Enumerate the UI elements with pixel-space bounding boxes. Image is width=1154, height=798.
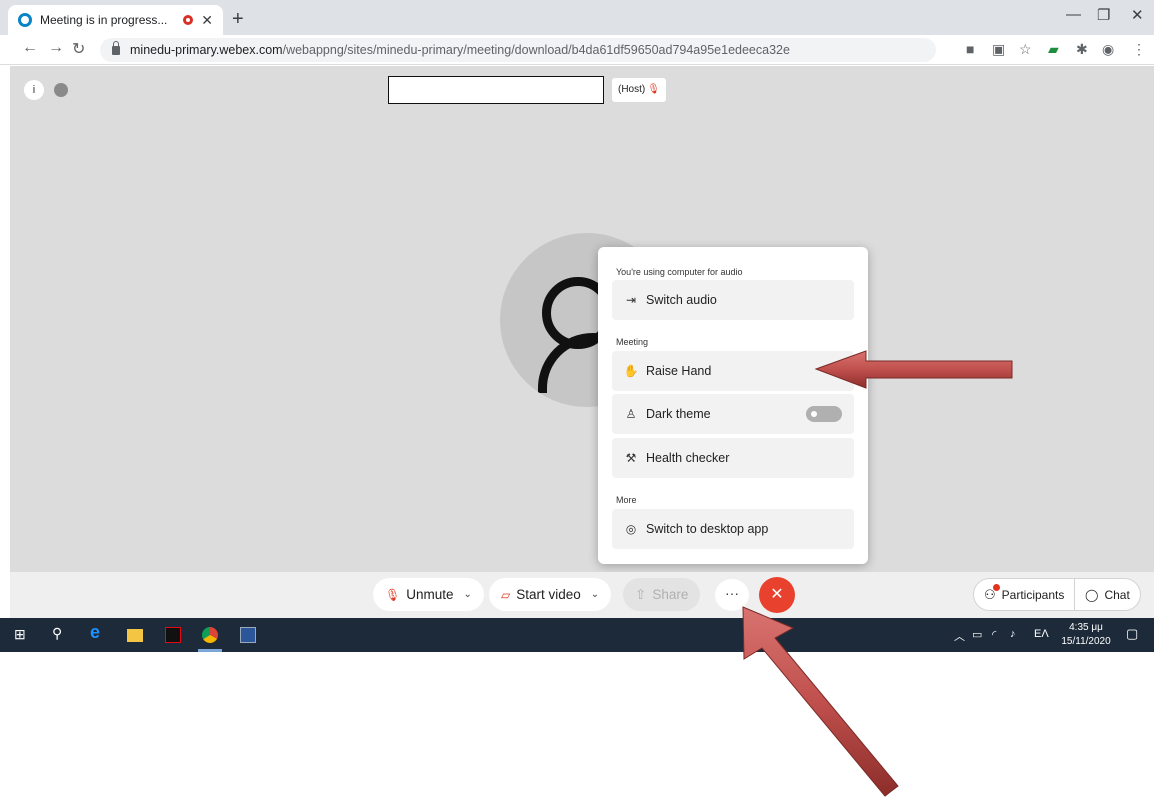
health-checker-item[interactable]: ⚒ Health checker <box>612 438 854 478</box>
end-call-button[interactable]: ✕ <box>759 577 795 613</box>
muted-mic-icon: 🎙︎ <box>647 84 660 95</box>
share-icon: ⇧ <box>635 586 647 602</box>
windows-start-icon[interactable]: ⊞ <box>14 626 30 642</box>
edge-icon[interactable]: e <box>90 622 106 642</box>
windows-taskbar: ⊞ ⚲ e ︿ ▭ ◜ ♪ ΕΛ 4:35 μμ 15/11/2020 ▢ <box>0 618 1154 652</box>
participants-button[interactable]: ⚇ Participants <box>973 578 1076 611</box>
clock-time: 4:35 μμ <box>1069 622 1103 633</box>
reload-button[interactable]: ↻ <box>72 39 85 59</box>
switch-audio-label: Switch audio <box>646 293 717 307</box>
audio-section-label: You're using computer for audio <box>616 267 743 277</box>
close-tab-icon[interactable]: ✕ <box>201 12 213 29</box>
file-explorer-icon[interactable] <box>127 629 143 642</box>
share-label: Share <box>652 587 689 602</box>
notification-dot <box>992 583 1000 591</box>
browser-tab[interactable]: Meeting is in progress... ✕ <box>8 5 223 35</box>
meeting-info-icon[interactable]: i <box>24 80 44 100</box>
restore-button[interactable]: ❐ <box>1097 6 1110 24</box>
url-host: minedu-primary.webex.com <box>130 43 283 57</box>
browser-tabstrip: Meeting is in progress... ✕ + — ❐ ✕ <box>0 0 1154 35</box>
more-options-menu: You're using computer for audio ⇥ Switch… <box>598 247 868 564</box>
chat-label: Chat <box>1104 587 1130 602</box>
chevron-down-icon[interactable]: ⌄ <box>591 589 599 600</box>
tab-title: Meeting is in progress... <box>40 13 168 27</box>
dark-theme-toggle[interactable] <box>806 406 842 422</box>
chat-icon: ◯ <box>1085 587 1099 602</box>
hand-icon: ✋ <box>623 364 639 378</box>
chevron-down-icon[interactable]: ⌄ <box>464 589 472 600</box>
brush-icon: ♙ <box>625 407 637 421</box>
dark-theme-item[interactable]: ♙ Dark theme <box>612 394 854 434</box>
raise-hand-label: Raise Hand <box>646 364 712 378</box>
tools-icon: ⚒ <box>625 451 637 465</box>
switch-audio-item[interactable]: ⇥ Switch audio <box>612 280 854 320</box>
video-off-icon: ▱ <box>501 587 511 602</box>
start-video-button[interactable]: ▱ Start video ⌄ <box>489 578 612 611</box>
minimize-button[interactable]: — <box>1066 6 1081 23</box>
clock-date: 15/11/2020 <box>1061 636 1111 647</box>
lock-icon <box>112 40 120 55</box>
more-options-button[interactable]: ··· <box>715 579 749 611</box>
netflix-icon[interactable] <box>165 627 181 643</box>
unmute-button[interactable]: 🎙︎ Unmute ⌄ <box>373 578 484 611</box>
raise-hand-item[interactable]: ✋ Raise Hand <box>612 351 854 391</box>
close-window-button[interactable]: ✕ <box>1131 6 1144 24</box>
extension-icon[interactable]: ▰ <box>1048 41 1059 58</box>
bookmark-star-icon[interactable]: ☆ <box>1019 41 1032 58</box>
volume-icon[interactable]: ♪ <box>1010 628 1016 640</box>
battery-icon[interactable]: ▭ <box>972 628 982 641</box>
word-icon[interactable] <box>240 627 256 643</box>
system-clock[interactable]: 4:35 μμ 15/11/2020 <box>1060 621 1112 649</box>
chrome-menu-icon[interactable]: ⋮ <box>1132 41 1146 58</box>
search-icon[interactable]: ⚲ <box>52 625 68 641</box>
browser-toolbar: ← → ↻ minedu-primary.webex.com/webappng/… <box>0 35 1154 65</box>
meeting-stage: i (Host) 🎙︎ <box>10 66 1154 572</box>
recording-indicator-icon <box>183 15 194 25</box>
profile-icon[interactable]: ◉ <box>1102 41 1114 58</box>
switch-desktop-label: Switch to desktop app <box>646 522 769 536</box>
start-video-label: Start video <box>516 587 581 602</box>
switch-audio-icon: ⇥ <box>625 293 637 307</box>
health-checker-label: Health checker <box>646 451 730 465</box>
more-section-label: More <box>616 495 637 505</box>
show-hidden-icons-icon[interactable]: ︿ <box>954 628 965 644</box>
webex-app-icon: ◎ <box>625 522 637 536</box>
extensions-puzzle-icon[interactable]: ✱ <box>1076 41 1088 58</box>
new-tab-button[interactable]: + <box>232 8 244 31</box>
host-badge: (Host) 🎙︎ <box>612 78 666 102</box>
translate-icon[interactable]: ▣ <box>992 41 1005 58</box>
chat-button[interactable]: ◯ Chat <box>1075 578 1141 611</box>
switch-desktop-item[interactable]: ◎ Switch to desktop app <box>612 509 854 549</box>
url-path: /webappng/sites/minedu-primary/meeting/d… <box>282 43 790 57</box>
meeting-section-label: Meeting <box>616 337 649 347</box>
dark-theme-label: Dark theme <box>646 407 711 421</box>
meeting-controls-bar: 🎙︎ Unmute ⌄ ▱ Start video ⌄ ⇧ Share ··· … <box>10 572 1154 618</box>
chrome-icon[interactable] <box>202 627 218 643</box>
input-language[interactable]: ΕΛ <box>1034 628 1049 640</box>
muted-mic-icon: 🎙︎ <box>385 587 401 602</box>
action-center-icon[interactable]: ▢ <box>1126 626 1138 642</box>
meeting-lock-icon[interactable] <box>54 83 68 97</box>
unmute-label: Unmute <box>406 587 454 602</box>
participants-icon: ⚇ <box>984 583 1000 603</box>
wifi-icon[interactable]: ◜ <box>992 628 996 641</box>
address-bar[interactable]: minedu-primary.webex.com/webappng/sites/… <box>100 38 936 62</box>
share-button[interactable]: ⇧ Share <box>623 578 701 611</box>
participants-label: Participants <box>1001 587 1065 602</box>
host-label: (Host) <box>618 84 646 95</box>
webex-favicon-icon <box>18 13 32 27</box>
forward-button[interactable]: → <box>48 39 64 57</box>
host-name-redacted <box>388 76 604 104</box>
active-app-indicator <box>198 649 222 652</box>
camera-in-use-icon[interactable]: ■ <box>966 41 974 57</box>
back-button[interactable]: ← <box>22 39 38 57</box>
